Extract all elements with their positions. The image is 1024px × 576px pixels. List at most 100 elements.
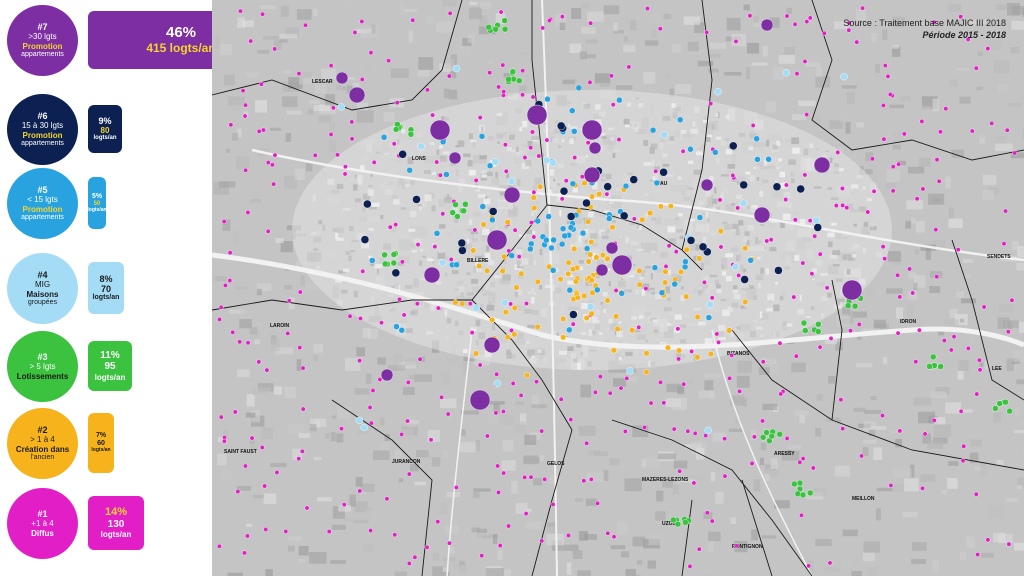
dot-diffus — [508, 301, 513, 307]
dot-diffus — [563, 178, 569, 184]
dot-diffus — [386, 58, 391, 64]
dot-ancien — [574, 294, 581, 301]
legend-unit: logts/an — [87, 206, 107, 213]
dot-diffus — [440, 211, 446, 217]
dot-mig — [360, 423, 368, 432]
dot-lotissement — [844, 302, 852, 309]
legend-unit: logts/an — [93, 135, 117, 142]
dot-diffus — [240, 88, 246, 94]
dot-diffus — [735, 205, 741, 211]
dot-diffus — [357, 358, 362, 364]
dot-mig — [438, 258, 447, 267]
legend-l1: < 15 lgts — [27, 195, 58, 205]
map-view[interactable]: LESCAR LONS PAU BILLERE LAROIN BIZANOS IDRON SE… — [212, 0, 1024, 576]
dot-diffus — [568, 417, 574, 422]
dot-diffus — [274, 470, 280, 475]
dot-diffus — [300, 406, 306, 412]
dot-lotissement — [516, 77, 523, 84]
dot-mig — [704, 426, 712, 435]
dot-promo-small — [534, 217, 542, 225]
legend-l3: appartements — [21, 139, 64, 147]
dot-diffus — [969, 128, 975, 134]
dot-lotissement — [800, 319, 808, 327]
dot-diffus — [965, 345, 971, 351]
dot-diffus — [827, 560, 833, 566]
dot-lotissement — [682, 519, 689, 526]
dot-ancien — [581, 180, 588, 187]
dot-diffus — [534, 379, 539, 385]
dot-diffus — [520, 92, 525, 98]
dot-ancien — [726, 327, 733, 334]
legend-pct: 7% — [95, 432, 107, 440]
dot-ancien — [717, 228, 724, 235]
legend-value-box-5: 5% 50 logts/an — [87, 177, 107, 229]
dot-lotissement — [381, 260, 389, 268]
dot-promo-small — [550, 236, 557, 244]
dot-ancien — [742, 298, 749, 305]
dot-diffus — [539, 428, 545, 434]
dot-diffus — [248, 38, 254, 44]
dot-diffus — [572, 155, 578, 160]
dot-promo-small — [433, 230, 441, 237]
dot-ancien — [636, 267, 643, 274]
dot-promo-small — [527, 245, 534, 253]
dot-diffus — [238, 8, 243, 14]
dot-mig — [731, 263, 740, 271]
dot-promo-small — [478, 133, 486, 140]
dot-diffus — [934, 157, 940, 163]
dot-diffus — [626, 64, 632, 70]
dot-diffus — [588, 20, 594, 26]
dot-diffus — [384, 496, 390, 502]
dot-diffus — [804, 112, 810, 117]
dot-diffus — [495, 463, 501, 469]
dot-diffus — [528, 220, 534, 225]
dot-promo-mid — [569, 310, 578, 319]
dot-diffus — [528, 474, 534, 480]
dot-promo-large — [588, 141, 602, 155]
dot-mig — [706, 300, 714, 309]
dot-diffus — [232, 409, 238, 415]
dot-diffus — [410, 17, 416, 23]
legend-l2: Lotissements — [16, 371, 69, 381]
dot-ancien — [678, 268, 685, 275]
dot-diffus — [360, 268, 366, 274]
dot-diffus — [264, 367, 270, 373]
dot-diffus — [840, 426, 846, 432]
dot-ancien — [513, 284, 520, 291]
dot-diffus — [243, 167, 249, 173]
dot-promo-large — [448, 151, 462, 165]
dot-ancien — [599, 252, 606, 259]
dot-diffus — [975, 552, 981, 557]
dot-diffus — [493, 410, 499, 416]
dot-lotissement — [1002, 398, 1009, 406]
dot-diffus — [881, 103, 886, 108]
dot-diffus — [760, 359, 766, 365]
dot-promo-mid — [391, 268, 401, 278]
dot-diffus — [335, 152, 340, 158]
dot-promo-mid — [559, 186, 569, 196]
dot-promo-large — [483, 336, 501, 354]
dot-diffus — [673, 249, 679, 255]
dot-diffus — [797, 459, 803, 465]
dot-diffus — [367, 405, 373, 410]
dot-diffus — [506, 523, 511, 529]
dot-diffus — [890, 188, 896, 194]
dot-diffus — [817, 251, 823, 257]
dot-diffus — [702, 279, 707, 285]
dot-ancien — [657, 203, 664, 210]
dot-diffus — [237, 339, 243, 345]
dot-diffus — [800, 456, 806, 461]
dot-ancien — [557, 276, 564, 283]
dot-diffus — [417, 356, 423, 362]
dot-lotissement — [759, 434, 767, 441]
dot-diffus — [516, 254, 522, 260]
dot-diffus — [428, 437, 434, 443]
dot-lotissement — [796, 479, 804, 487]
dot-diffus — [297, 345, 303, 351]
dot-diffus — [343, 164, 348, 170]
dot-diffus — [448, 257, 454, 262]
dot-diffus — [271, 181, 277, 187]
dot-ancien — [587, 251, 594, 258]
dot-diffus — [658, 379, 663, 385]
dot-diffus — [799, 512, 804, 518]
